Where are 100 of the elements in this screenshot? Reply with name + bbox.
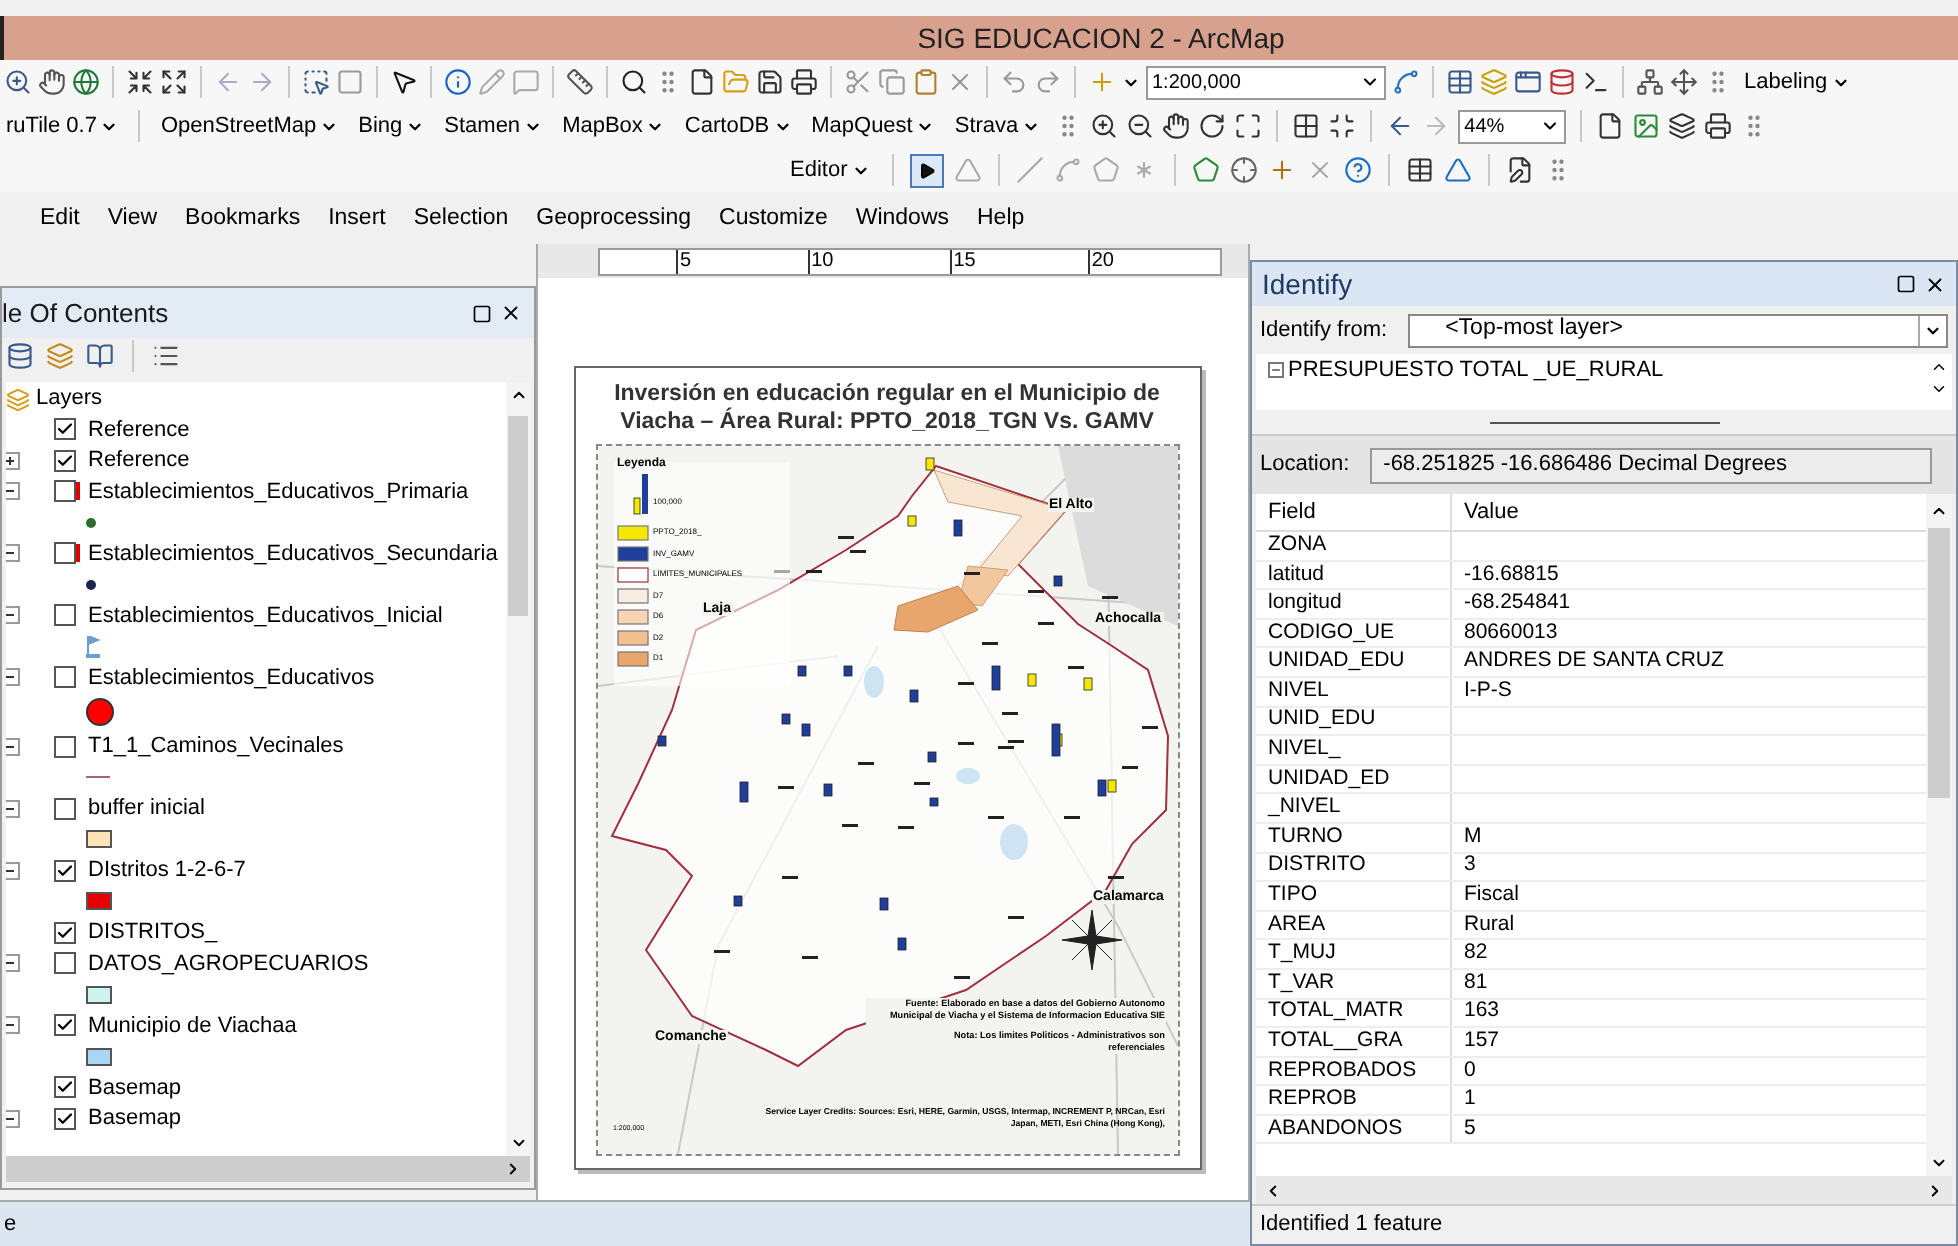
layer-checkbox[interactable] [54,666,76,689]
redo-icon[interactable] [1034,68,1062,96]
toolbar-menu[interactable]: Strava [948,109,1047,143]
expand-toggle[interactable] [6,451,20,470]
collapse-toggle[interactable] [6,799,20,818]
layer-checkbox[interactable] [54,1014,76,1037]
layer-label[interactable]: DISTRITOS_ [88,916,218,949]
toolbar-menu[interactable]: CartoDB [678,109,798,143]
cut-icon[interactable] [844,68,872,96]
menu-item[interactable]: Help [977,202,1025,238]
collapse-toggle[interactable] [1268,362,1284,379]
collapse-toggle[interactable] [6,737,20,756]
layer-label[interactable]: Reference [88,444,190,477]
column-header[interactable]: Value [1452,495,1519,529]
tree-item[interactable]: PRESUPUESTO TOTAL _UE_RURAL [1288,354,1664,387]
toolbar-menu[interactable]: Bing [352,109,431,143]
collapse-toggle[interactable] [6,668,20,687]
layer-label[interactable]: DATOS_AGROPECUARIOS [88,947,369,980]
layer-dropdown[interactable]: <Top-most layer> [1407,313,1948,347]
print-icon[interactable] [1704,112,1733,140]
globe-icon[interactable] [72,68,100,96]
collapse-toggle[interactable] [6,606,20,625]
database-icon[interactable] [6,342,34,370]
pointer-icon[interactable] [390,68,418,96]
scroll-up-icon[interactable] [509,386,527,404]
layers-icon[interactable] [1668,112,1697,140]
scale-field[interactable]: 1:200,000 [1146,65,1386,99]
menu-item[interactable]: Edit [40,202,80,238]
image-icon[interactable] [1632,112,1661,140]
help-icon[interactable] [1343,156,1372,184]
scroll-up-icon[interactable] [1930,358,1948,376]
scrollbar-thumb[interactable] [508,416,528,616]
layer-label[interactable]: DIstritos 1-2-6-7 [88,854,246,887]
layer-checkbox[interactable] [54,449,76,472]
layer-label[interactable]: Municipio de Viachaa [88,1009,297,1042]
scroll-left-icon[interactable] [1264,1181,1282,1199]
maximize-icon[interactable] [472,303,492,323]
layer-checkbox[interactable] [54,952,76,975]
book-icon[interactable] [86,342,114,370]
expand-icon[interactable] [160,68,188,96]
scroll-down-icon[interactable] [1930,1154,1948,1172]
search-icon[interactable] [620,68,648,96]
layer-checkbox[interactable] [54,735,76,758]
save-icon[interactable] [756,68,784,96]
copy-icon[interactable] [878,68,906,96]
toolbar-menu[interactable]: MapQuest [805,109,941,143]
scroll-right-icon[interactable] [1926,1181,1944,1199]
menu-item[interactable]: Bookmarks [185,202,301,238]
layer-checkbox[interactable] [54,859,76,882]
scrollbar-thumb[interactable] [1928,528,1950,798]
collapse-toggle[interactable] [6,954,20,973]
vertical-scrollbar[interactable] [1926,494,1952,1176]
zoom-in-icon[interactable] [4,68,32,96]
refresh-icon[interactable] [1198,112,1227,140]
layer-label[interactable]: buffer inicial [88,792,205,825]
toolbar-menu[interactable]: Editor [784,153,876,187]
layer-checkbox[interactable] [54,604,76,627]
new-document-icon[interactable] [688,68,716,96]
scroll-right-icon[interactable] [504,1160,522,1178]
fixed-zoom-out-icon[interactable] [1126,112,1155,140]
window-icon[interactable] [1514,68,1542,96]
scroll-down-icon[interactable] [509,1134,527,1152]
create-features-icon[interactable] [1505,156,1534,184]
horizontal-scrollbar[interactable] [1256,1176,1952,1204]
toolbar-menu[interactable]: Stamen [438,109,549,143]
layer-label[interactable]: Establecimientos_Educativos_Primaria [88,475,469,508]
menu-item[interactable]: Selection [413,202,509,238]
layer-label[interactable]: Basemap [88,1071,181,1104]
layer-label[interactable]: T1_1_Caminos_Vecinales [88,730,344,763]
layer-label[interactable]: Basemap [88,1102,181,1135]
layer-checkbox[interactable] [54,797,76,820]
layer-checkbox[interactable] [54,921,76,944]
collapse-toggle[interactable] [6,482,20,501]
table-icon[interactable] [1446,68,1474,96]
edit-tool-button[interactable] [909,153,944,187]
collapse-toggle[interactable] [6,1016,20,1035]
info-icon[interactable] [444,68,472,96]
collapse-toggle[interactable] [6,861,20,880]
menu-item[interactable]: View [107,202,158,238]
vertical-scrollbar[interactable] [506,382,530,1156]
close-icon[interactable] [500,302,522,324]
toolbar-menu[interactable]: Labeling [1738,65,1856,99]
layer-label[interactable]: Establecimientos_Educativos_Secundaria [88,537,498,570]
collapse-toggle[interactable] [6,544,20,563]
print-icon[interactable] [790,68,818,96]
scroll-up-icon[interactable] [1930,502,1948,520]
ruler-icon[interactable] [566,68,594,96]
pan-icon[interactable] [38,68,66,96]
column-header[interactable]: Field [1256,494,1452,530]
back-icon[interactable] [1386,112,1415,140]
layer-checkbox[interactable] [54,1076,76,1099]
menu-item[interactable]: Customize [719,202,828,238]
close-icon[interactable] [1924,273,1946,295]
paste-icon[interactable] [912,68,940,96]
scroll-down-icon[interactable] [1930,380,1948,398]
toolbar-menu[interactable]: MapBox [556,109,671,143]
page-icon[interactable] [1596,112,1625,140]
menu-item[interactable]: Geoprocessing [536,202,692,238]
horizontal-scrollbar[interactable] [6,1156,530,1182]
layer-label[interactable]: Reference [88,413,190,446]
